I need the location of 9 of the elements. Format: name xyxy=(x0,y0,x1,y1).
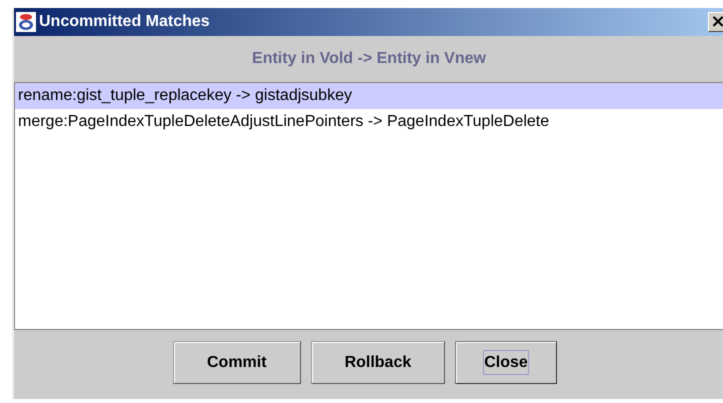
window-title: Uncommitted Matches xyxy=(39,13,211,31)
dialog-button[interactable]: Rollback xyxy=(310,341,446,384)
close-button[interactable]: × xyxy=(708,12,723,32)
dialog-button[interactable]: Close xyxy=(455,341,557,384)
column-header: Entity in Vold -> Entity in Vnew xyxy=(251,49,487,69)
match-item[interactable]: rename:gist_tuple_replacekey -> gistadjsubkey xyxy=(15,83,723,109)
dialog-button[interactable]: Commit xyxy=(173,341,301,384)
match-item[interactable]: merge:PageIndexTupleDeleteAdjustLinePointers -> PageIndexTupleDelete xyxy=(15,109,723,135)
app-icon xyxy=(16,12,36,32)
